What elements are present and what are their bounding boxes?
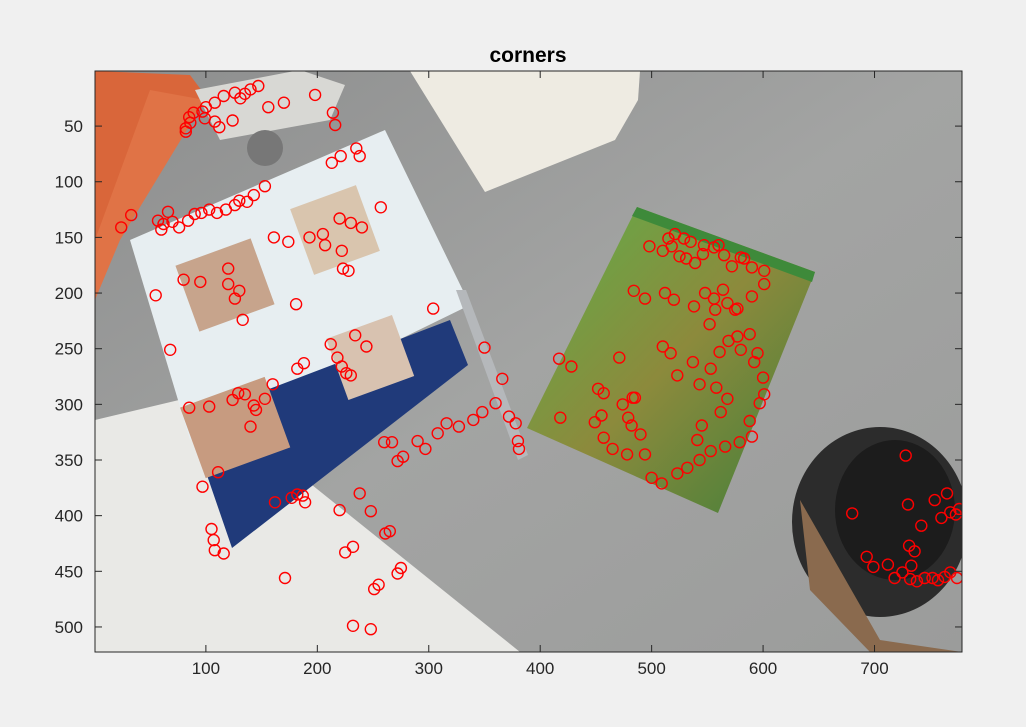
chart-title: corners <box>489 44 566 67</box>
x-tick-label: 400 <box>526 659 554 678</box>
x-tick-label: 200 <box>303 659 331 678</box>
x-tick-label: 600 <box>749 659 777 678</box>
y-tick-label: 350 <box>55 451 83 470</box>
y-tick-label: 150 <box>55 228 83 247</box>
corners-scatter-chart: corners 100 200 300 400 500 600 700 5010… <box>55 44 963 678</box>
y-tick-label: 300 <box>55 395 83 414</box>
background-photo <box>95 71 962 652</box>
y-tick-label: 500 <box>55 618 83 637</box>
x-tick-label: 100 <box>192 659 220 678</box>
x-tick-label: 700 <box>860 659 888 678</box>
y-tick-label: 200 <box>55 284 83 303</box>
x-tick-label: 300 <box>415 659 443 678</box>
figure-window: corners 100 200 300 400 500 600 700 50 1… <box>0 0 1026 722</box>
y-tick-label: 250 <box>55 340 83 359</box>
y-tick-label: 50 <box>64 117 83 136</box>
y-tick-label: 100 <box>55 173 83 192</box>
y-tick-label: 400 <box>55 507 83 526</box>
y-tick-label: 450 <box>55 562 83 581</box>
x-tick-label: 500 <box>637 659 665 678</box>
